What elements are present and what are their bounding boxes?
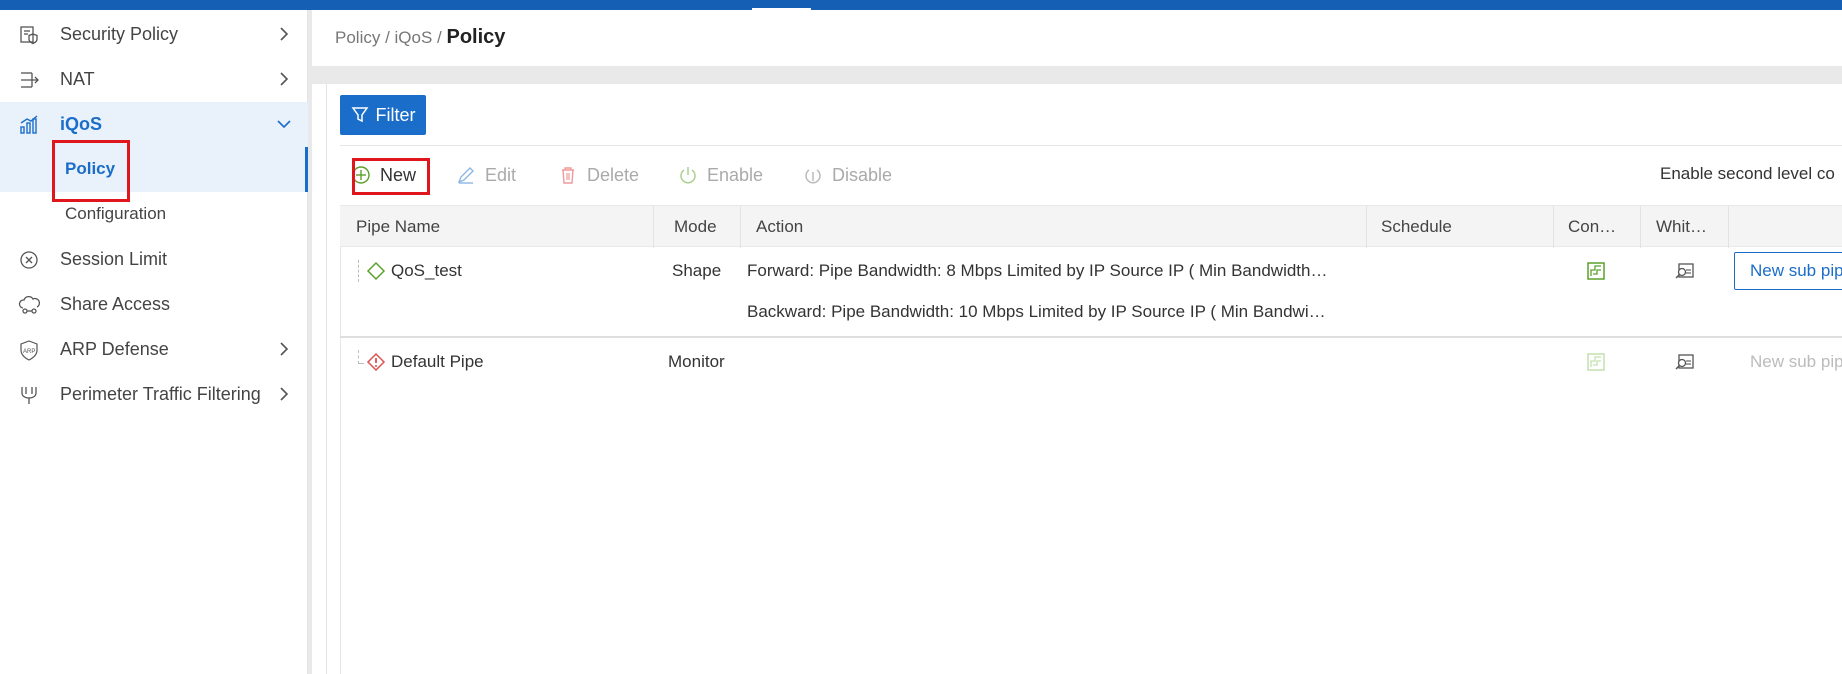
action-backward-cell: Backward: Pipe Bandwidth: 10 Mbps Limite…: [747, 302, 1326, 321]
arp-defense-icon: ARP: [18, 339, 42, 361]
sidebar-subitem-policy[interactable]: Policy: [0, 147, 308, 192]
table-header: Pipe Name Mode Action Schedule Con… Whit…: [340, 205, 1842, 248]
breadcrumb-separator: /: [380, 28, 395, 47]
row-separator: [340, 336, 1842, 338]
sidebar-item-label: iQoS: [60, 114, 103, 134]
mode-cell: Shape: [672, 261, 722, 280]
active-tab-indicator: [752, 8, 811, 10]
breadcrumb-current: Policy: [446, 26, 506, 48]
edit-button[interactable]: Edit: [455, 160, 516, 190]
sidebar-item-perimeter-traffic-filtering[interactable]: Perimeter Traffic Filtering: [0, 372, 308, 417]
pipe-name-cell[interactable]: Default Pipe: [391, 352, 484, 372]
con-icon: [1587, 353, 1605, 371]
enable-label: Enable: [707, 164, 764, 185]
column-separator[interactable]: [740, 206, 741, 248]
column-separator[interactable]: [1640, 206, 1641, 248]
action-forward-cell: Forward: Pipe Bandwidth: 8 Mbps Limited …: [747, 261, 1328, 280]
edit-icon: [457, 167, 474, 184]
new-sub-pipe-button[interactable]: New sub pipe: [1734, 252, 1842, 290]
disable-label: Disable: [832, 164, 893, 185]
sidebar-item-label: ARP Defense: [60, 339, 169, 359]
delete-button[interactable]: Delete: [557, 160, 639, 190]
column-header-action[interactable]: Action: [756, 206, 956, 248]
table-left-border: [340, 247, 341, 674]
disable-button[interactable]: Disable: [802, 160, 892, 190]
disable-power-icon: [805, 169, 821, 184]
main-panel: [326, 84, 1842, 674]
trash-icon: [562, 167, 574, 184]
sidebar-item-nat[interactable]: NAT: [0, 57, 308, 102]
column-header-whit[interactable]: Whit…: [1656, 206, 1716, 248]
enable-second-level-control[interactable]: Enable second level co: [1660, 164, 1835, 184]
chevron-right-icon: [274, 69, 294, 89]
security-policy-icon: [18, 24, 42, 46]
tree-connector: [358, 350, 359, 364]
sidebar-item-label: Perimeter Traffic Filtering: [60, 384, 261, 404]
sidebar-item-label: Session Limit: [60, 249, 168, 269]
content-header-band: [312, 66, 1842, 84]
con-icon[interactable]: [1586, 261, 1606, 281]
column-header-mode[interactable]: Mode: [674, 206, 744, 248]
chevron-down-icon: [274, 114, 294, 134]
toolbar-divider: [340, 145, 1842, 146]
iqos-icon: [18, 114, 42, 136]
sidebar-item-arp-defense[interactable]: ARP ARP Defense: [0, 327, 308, 372]
column-header-schedule[interactable]: Schedule: [1381, 206, 1531, 248]
filter-label: Filter: [375, 104, 416, 125]
perimeter-filter-icon: [18, 384, 42, 406]
column-separator[interactable]: [1553, 206, 1554, 248]
column-separator[interactable]: [1366, 206, 1367, 248]
sidebar-item-label: Share Access: [60, 294, 171, 314]
mode-cell: Monitor: [668, 352, 725, 371]
column-header-pipe-name[interactable]: Pipe Name: [356, 206, 596, 248]
sidebar-item-security-policy[interactable]: Security Policy: [0, 12, 308, 57]
chevron-right-icon: [274, 24, 294, 44]
view-detail-icon[interactable]: [1674, 352, 1696, 372]
share-access-icon: [18, 294, 42, 316]
column-separator[interactable]: [1728, 206, 1729, 248]
session-limit-icon: [18, 249, 42, 271]
breadcrumb-separator: /: [432, 28, 447, 47]
enable-button[interactable]: Enable: [677, 160, 763, 190]
sidebar-item-label: NAT: [60, 69, 95, 89]
svg-text:ARP: ARP: [23, 349, 35, 355]
new-sub-pipe-disabled: New sub pipe: [1750, 352, 1842, 371]
chevron-right-icon: [274, 384, 294, 404]
breadcrumb-iqos[interactable]: iQoS: [395, 28, 433, 47]
breadcrumb: Policy / iQoS / Policy: [335, 26, 505, 49]
sidebar: Security Policy NAT iQoS Policy Configur…: [0, 10, 308, 674]
column-separator[interactable]: [653, 206, 654, 248]
edit-label: Edit: [485, 164, 517, 185]
warning-diamond-icon: [366, 352, 386, 372]
tree-connector-branch: [358, 363, 364, 364]
sidebar-item-label: Security Policy: [60, 24, 179, 44]
chevron-right-icon: [274, 339, 294, 359]
column-header-con[interactable]: Con…: [1568, 206, 1628, 248]
sidebar-item-session-limit[interactable]: Session Limit: [0, 237, 308, 282]
pipe-shape-icon: [366, 261, 386, 281]
sidebar-subitem-label: Configuration: [65, 204, 167, 223]
sidebar-item-iqos[interactable]: iQoS: [0, 102, 308, 147]
sidebar-splitter[interactable]: [308, 10, 312, 674]
sidebar-item-share-access[interactable]: Share Access: [0, 282, 308, 327]
view-detail-icon[interactable]: [1674, 261, 1696, 281]
top-bar: [0, 0, 1842, 10]
filter-button[interactable]: Filter: [340, 95, 426, 135]
breadcrumb-policy[interactable]: Policy: [335, 28, 380, 47]
filter-icon: [351, 107, 368, 123]
delete-label: Delete: [587, 164, 640, 185]
nat-icon: [18, 69, 42, 91]
tree-connector: [358, 260, 359, 282]
pipe-name-cell[interactable]: QoS_test: [391, 261, 462, 281]
power-icon: [680, 167, 696, 184]
highlight-box-policy: [52, 140, 130, 202]
sidebar-subitem-configuration[interactable]: Configuration: [0, 192, 308, 237]
highlight-box-new: [352, 158, 430, 195]
